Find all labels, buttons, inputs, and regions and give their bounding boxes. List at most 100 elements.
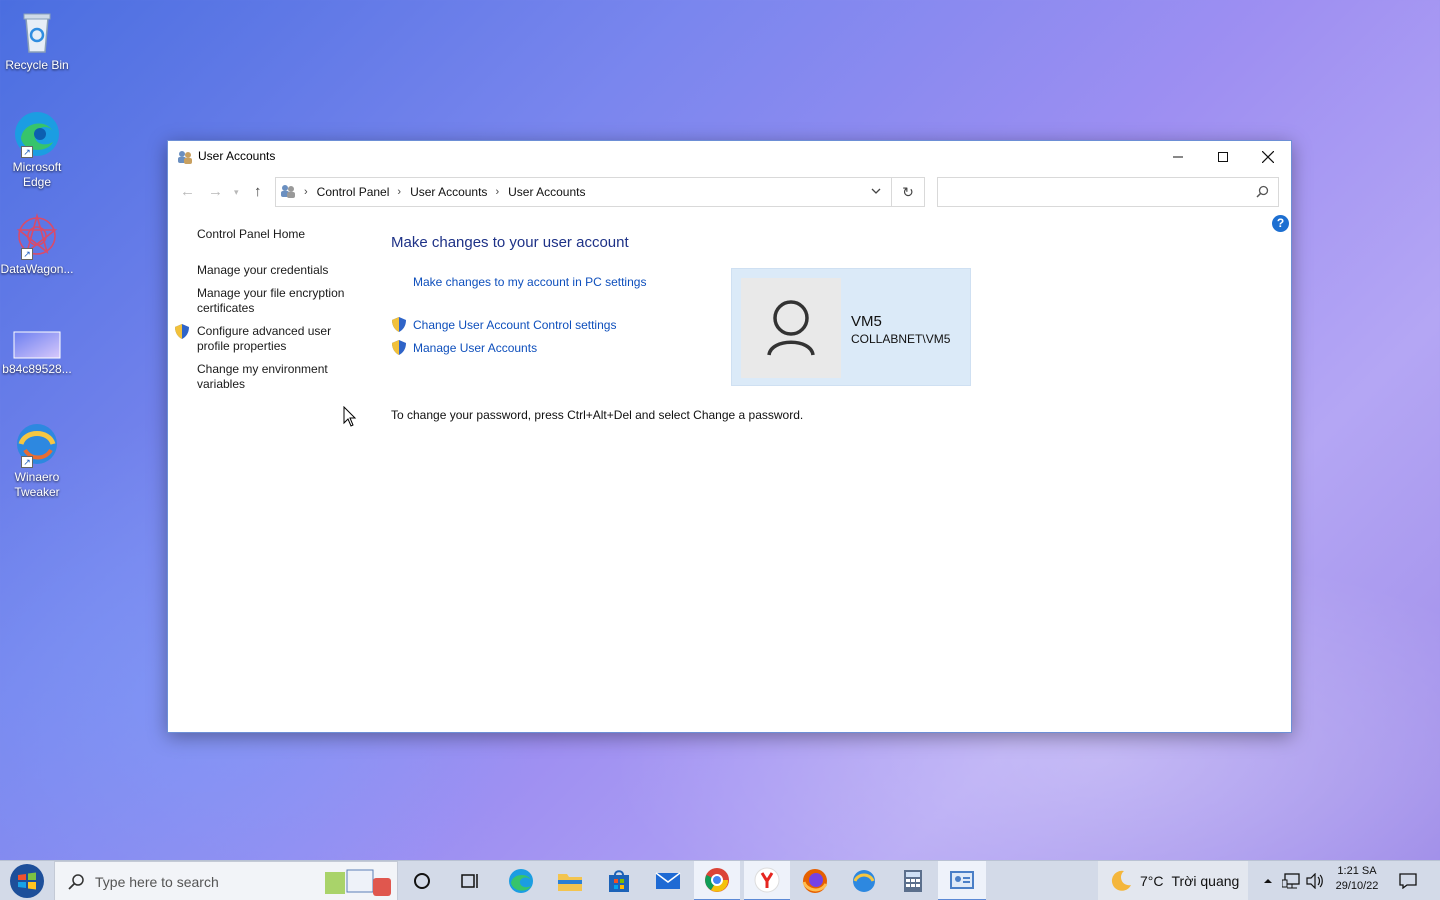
taskbar-firefox[interactable] xyxy=(794,861,836,900)
cortana-button[interactable] xyxy=(404,861,440,900)
taskbar-search-box[interactable]: Type here to search xyxy=(54,861,398,900)
chevron-right-icon: › xyxy=(397,186,402,198)
taskbar-control-panel[interactable] xyxy=(938,861,986,900)
winaero-icon xyxy=(853,870,875,892)
mail-icon xyxy=(655,872,681,889)
taskbar-edge[interactable] xyxy=(500,861,542,900)
taskbar-calculator[interactable] xyxy=(892,861,934,900)
forward-button[interactable]: → xyxy=(208,183,223,200)
firefox-icon xyxy=(802,869,828,893)
show-hidden-icons-button[interactable] xyxy=(1258,861,1278,900)
minimize-button[interactable] xyxy=(1155,141,1201,172)
weather-description: Trời quang xyxy=(1171,873,1240,889)
moon-icon xyxy=(1110,869,1132,894)
desktop-icon-datawagon[interactable]: ↗ DataWagon... xyxy=(0,212,74,277)
maximize-button[interactable] xyxy=(1200,141,1246,172)
winaero-icon: ↗ xyxy=(13,420,61,468)
uac-settings-link[interactable]: Change User Account Control settings xyxy=(413,318,616,332)
desktop-icon-label: DataWagon... xyxy=(0,262,74,276)
minimize-icon xyxy=(1173,156,1183,157)
desktop-icon-winaero[interactable]: ↗ Winaero Tweaker xyxy=(0,420,74,500)
taskbar-winaero[interactable] xyxy=(843,861,885,900)
system-clock[interactable]: 1:21 SA 29/10/22 xyxy=(1324,864,1390,894)
close-icon xyxy=(1262,150,1274,163)
refresh-icon: ↻ xyxy=(902,183,914,200)
recent-locations-button[interactable]: ▾ xyxy=(234,187,239,198)
desktop-icon-edge[interactable]: ↗ Microsoft Edge xyxy=(0,110,74,190)
volume-icon xyxy=(1306,873,1323,889)
user-accounts-icon xyxy=(177,149,193,165)
breadcrumb-user-accounts-current[interactable]: User Accounts xyxy=(508,185,585,199)
edge-icon: ↗ xyxy=(13,110,61,158)
search-input[interactable] xyxy=(944,179,1244,205)
windows-logo-icon xyxy=(10,864,44,898)
avatar xyxy=(741,278,841,378)
desktop-icon-recycle-bin[interactable]: Recycle Bin xyxy=(0,8,74,73)
manage-user-accounts-link[interactable]: Manage User Accounts xyxy=(413,341,537,355)
taskbar-chrome[interactable] xyxy=(694,861,740,900)
mouse-cursor-icon xyxy=(343,405,357,431)
edge-icon xyxy=(509,869,533,893)
taskbar-yandex[interactable] xyxy=(744,861,790,900)
volume-button[interactable] xyxy=(1304,861,1326,900)
taskbar-search-placeholder: Type here to search xyxy=(95,874,219,890)
chevron-right-icon: › xyxy=(304,186,308,198)
user-card: VM5 COLLABNET\VM5 xyxy=(731,268,971,386)
start-button[interactable] xyxy=(0,861,54,900)
cortana-icon xyxy=(414,873,430,889)
title-bar[interactable]: User Accounts xyxy=(168,141,1291,172)
image-file-icon xyxy=(13,330,61,360)
notification-icon xyxy=(1399,873,1417,889)
nav-advanced-profile[interactable]: Configure advanced user profile properti… xyxy=(197,324,347,354)
task-view-button[interactable] xyxy=(450,861,490,900)
help-button[interactable]: ? xyxy=(1272,215,1289,232)
breadcrumb[interactable]: › Control Panel › User Accounts › User A… xyxy=(275,177,892,207)
search-box[interactable] xyxy=(937,177,1279,207)
breadcrumb-user-accounts[interactable]: User Accounts xyxy=(410,185,487,199)
user-name: VM5 xyxy=(851,313,882,330)
refresh-button[interactable]: ↻ xyxy=(892,177,925,207)
back-button[interactable]: ← xyxy=(180,183,195,200)
yandex-icon xyxy=(754,867,780,893)
address-dropdown-button[interactable] xyxy=(871,185,881,199)
network-icon xyxy=(1282,873,1300,889)
up-button[interactable]: ↑ xyxy=(254,183,262,200)
task-view-icon xyxy=(461,874,478,888)
chevron-right-icon: › xyxy=(495,186,500,198)
weather-temperature: 7°C xyxy=(1140,873,1164,889)
clock-time: 1:21 SA xyxy=(1337,865,1377,877)
uac-shield-icon xyxy=(175,324,189,339)
clock-date: 29/10/22 xyxy=(1335,880,1379,892)
desktop-icon-label: Microsoft Edge xyxy=(12,160,62,189)
search-icon xyxy=(1256,185,1269,201)
window-title: User Accounts xyxy=(198,149,276,163)
store-icon xyxy=(609,870,629,892)
calculator-icon xyxy=(904,870,922,892)
user-accounts-window: User Accounts ← → ▾ ↑ › Control Panel › … xyxy=(167,140,1292,733)
nav-file-encryption[interactable]: Manage your file encryption certificates xyxy=(197,286,357,316)
network-button[interactable] xyxy=(1280,861,1302,900)
close-button[interactable] xyxy=(1245,141,1291,172)
nav-environment-variables[interactable]: Change my environment variables xyxy=(197,362,347,392)
shortcut-arrow-icon: ↗ xyxy=(21,456,33,468)
shortcut-arrow-icon: ↗ xyxy=(21,248,33,260)
desktop-icon-image-file[interactable]: b84c89528... xyxy=(0,330,74,377)
nav-manage-credentials[interactable]: Manage your credentials xyxy=(197,263,367,278)
pc-settings-link[interactable]: Make changes to my account in PC setting… xyxy=(413,275,646,289)
nav-control-panel-home[interactable]: Control Panel Home xyxy=(197,227,367,242)
user-silhouette-icon xyxy=(767,300,815,356)
desktop-icon-label: b84c89528... xyxy=(2,362,72,376)
control-panel-icon xyxy=(950,871,974,889)
taskbar-store[interactable] xyxy=(598,861,640,900)
chevron-up-icon xyxy=(1264,879,1272,883)
uac-shield-icon xyxy=(392,317,406,332)
chrome-icon xyxy=(705,868,729,892)
uac-shield-icon xyxy=(392,340,406,355)
weather-widget[interactable]: 7°C Trời quang xyxy=(1098,861,1248,900)
notifications-button[interactable] xyxy=(1392,861,1424,900)
taskbar-mail[interactable] xyxy=(647,861,689,900)
taskbar-file-explorer[interactable] xyxy=(549,861,591,900)
search-icon xyxy=(67,873,85,894)
breadcrumb-control-panel[interactable]: Control Panel xyxy=(317,185,390,199)
search-highlight-icon xyxy=(323,868,393,900)
